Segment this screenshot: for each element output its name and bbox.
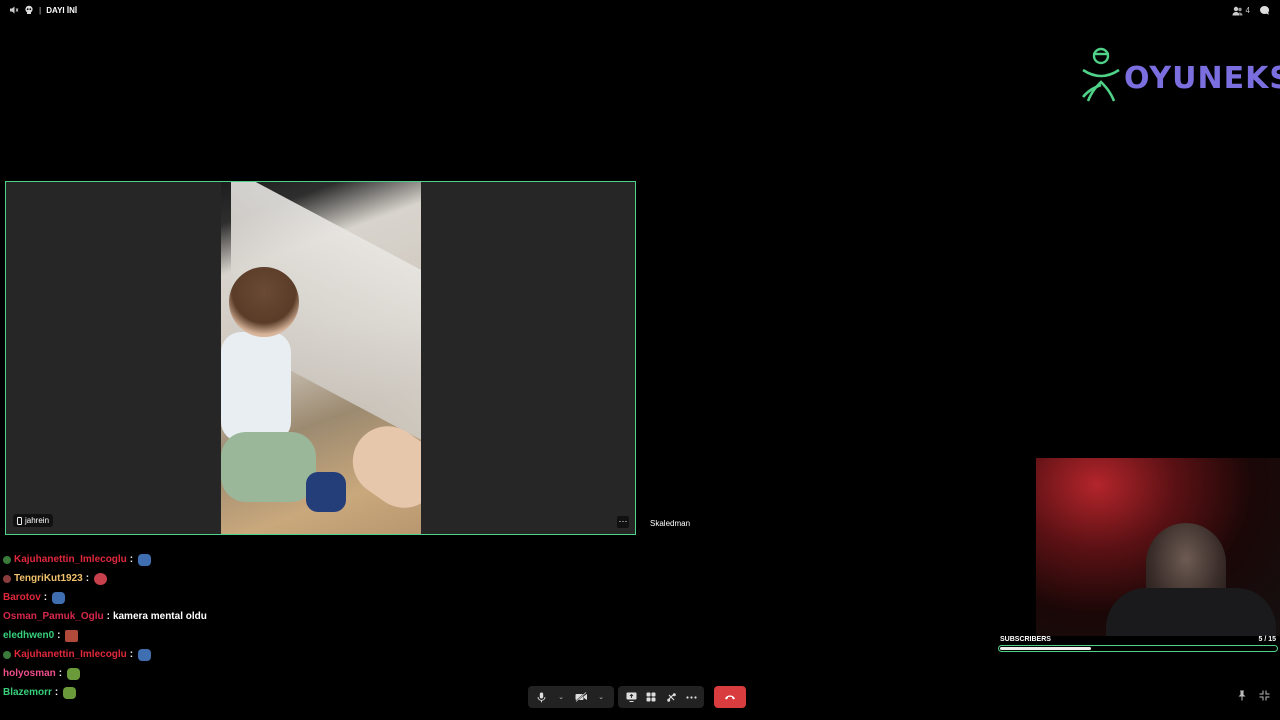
view-controls [1237, 690, 1270, 701]
webcam-content [1106, 588, 1276, 636]
video-content [306, 472, 346, 512]
chat-separator: : [129, 554, 134, 565]
video-content [221, 432, 316, 502]
chat-username: TengriKut1923 [14, 573, 83, 584]
user-badge-icon [3, 574, 11, 583]
top-bar: | DAYI İNİ 4 [0, 0, 1280, 24]
skull-icon [24, 5, 34, 15]
chat-username: Barotov [3, 592, 41, 603]
video-content [229, 267, 299, 337]
chevron-down-icon[interactable]: ⌄ [552, 686, 570, 708]
chat-username: Blazemorr [3, 687, 52, 698]
call-controls: ⌄ ⌄ [528, 686, 746, 708]
chat-separator: : [129, 649, 134, 660]
participant-nameplate: jahrein [13, 514, 54, 527]
user-badge-icon [3, 555, 11, 564]
chat-message: TengriKut1923 : [3, 569, 403, 588]
hangup-button[interactable] [714, 686, 746, 708]
top-bar-actions: 4 [1232, 5, 1270, 16]
user-badge-icon [3, 650, 11, 659]
screen-share-icon[interactable] [622, 686, 640, 708]
chat-separator: : [54, 687, 59, 698]
chat-separator: : [106, 611, 110, 622]
chat-message: holyosman : [3, 664, 403, 683]
chat-separator: : [58, 668, 63, 679]
chat-username: Kajuhanettin_Imlecoglu [14, 649, 127, 660]
emote-icon [52, 591, 66, 604]
microphone-icon[interactable] [532, 686, 550, 708]
oyuneks-logo: OYUNEKS [1080, 45, 1280, 105]
video-content [221, 332, 291, 442]
emote-icon [138, 553, 152, 566]
camera-off-icon[interactable] [572, 686, 590, 708]
subscriber-goal-count: 5 / 15 [1258, 636, 1276, 643]
video-tile-jahrein[interactable]: jahrein ··· [5, 181, 636, 535]
logo-text: OYUNEKS [1124, 61, 1280, 96]
emote-icon [65, 629, 79, 642]
emote-icon [138, 648, 152, 661]
chat-separator: : [57, 630, 61, 641]
chat-overlay: Kajuhanettin_Imlecoglu : TengriKut1923 :… [3, 550, 403, 702]
subscriber-progress-bar [998, 645, 1278, 652]
chat-message: eledhwen0 : [3, 626, 403, 645]
video-stream [221, 182, 421, 534]
tile-more-button[interactable]: ··· [617, 516, 629, 528]
volume-muted-icon[interactable] [9, 5, 19, 15]
chat-message: Osman_Pamuk_Oglu : kamera mental oldu [3, 607, 403, 626]
chat-username: Kajuhanettin_Imlecoglu [14, 554, 127, 565]
oyuneks-logo-icon [1082, 47, 1120, 102]
chat-username: holyosman [3, 668, 56, 679]
chat-username: eledhwen0 [3, 630, 55, 641]
participant-name: jahrein [25, 516, 50, 525]
mobile-icon [17, 516, 22, 525]
chat-username: Osman_Pamuk_Oglu [3, 611, 104, 622]
chat-message: Kajuhanettin_Imlecoglu : [3, 645, 403, 664]
actions-group [618, 686, 704, 708]
pin-icon[interactable] [1237, 690, 1247, 701]
chat-separator: : [43, 592, 48, 603]
channel-name: DAYI İNİ [46, 5, 78, 15]
side-participant-name: Skaledman [650, 519, 691, 528]
chat-text: kamera mental oldu [112, 611, 207, 622]
divider: | [39, 5, 42, 15]
chat-icon[interactable] [1259, 5, 1270, 16]
subscriber-progress-fill [1000, 647, 1091, 650]
emote-icon [63, 686, 77, 699]
emote-icon [94, 572, 108, 585]
streamer-webcam [1036, 458, 1280, 636]
more-icon[interactable] [682, 686, 700, 708]
chat-message: Barotov : [3, 588, 403, 607]
channel-header: | DAYI İNİ [9, 5, 77, 15]
soundboard-icon[interactable] [662, 686, 680, 708]
chevron-down-icon[interactable]: ⌄ [592, 686, 610, 708]
chat-message: Blazemorr : [3, 683, 403, 702]
members-icon[interactable]: 4 [1232, 6, 1250, 16]
subscriber-goal-label: SUBSCRIBERS [1000, 636, 1051, 643]
hangup-icon [725, 695, 735, 700]
emote-icon [67, 667, 81, 680]
chat-message: Kajuhanettin_Imlecoglu : [3, 550, 403, 569]
apps-icon[interactable] [642, 686, 660, 708]
exit-fullscreen-icon[interactable] [1259, 690, 1270, 701]
subscriber-goal: SUBSCRIBERS 5 / 15 [998, 636, 1278, 652]
audio-video-group: ⌄ ⌄ [528, 686, 614, 708]
member-count: 4 [1245, 6, 1250, 15]
chat-separator: : [85, 573, 90, 584]
